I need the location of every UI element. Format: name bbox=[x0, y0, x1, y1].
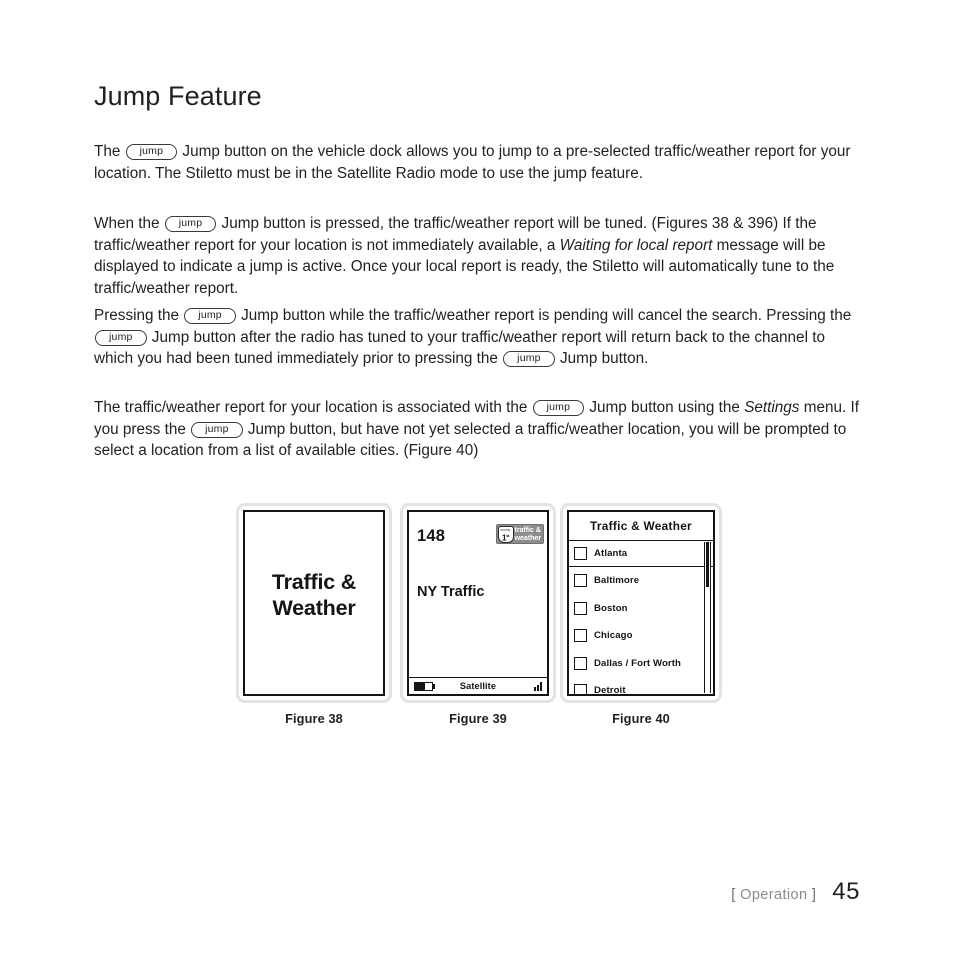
footer-section: [ Operation ] bbox=[731, 887, 816, 903]
bracket-open: [ bbox=[731, 887, 736, 903]
highway-shield-icon: ROUTE 1st bbox=[497, 525, 514, 543]
shield-number-suffix: st bbox=[506, 532, 510, 538]
paragraph-1: The jump Jump button on the vehicle dock… bbox=[94, 141, 860, 184]
jump-button-pill[interactable]: jump bbox=[503, 351, 555, 368]
jump-button-pill[interactable]: jump bbox=[532, 400, 585, 417]
manual-page: Jump Feature The jump Jump button on the… bbox=[0, 0, 954, 954]
jump-button-pill[interactable]: jump bbox=[191, 421, 243, 438]
paragraph-4: The traffic/weather report for your loca… bbox=[94, 397, 860, 462]
figure-group: Traffic & Weather Figure 38 148 ROUTE 1s… bbox=[236, 503, 726, 735]
page-title: Jump Feature bbox=[94, 81, 262, 112]
list-item-label: Detroit bbox=[594, 685, 626, 694]
paragraph-3: Pressing the jump Jump button while the … bbox=[94, 305, 860, 370]
device-screen: Traffic & Weather bbox=[243, 510, 385, 696]
splash-text: Traffic & Weather bbox=[272, 569, 356, 621]
signal-source-label: Satellite bbox=[459, 681, 497, 691]
paragraph-3-text-c: Jump button after the radio has tuned to… bbox=[94, 328, 825, 368]
page-number: 45 bbox=[832, 878, 860, 905]
traffic-weather-logo-icon: ROUTE 1st traffic & weather bbox=[495, 524, 544, 544]
list-item[interactable]: Dallas / Fort Worth bbox=[569, 650, 713, 678]
list-item[interactable]: Detroit bbox=[569, 677, 713, 694]
list-item[interactable]: Chicago bbox=[569, 622, 713, 650]
device-frame: 148 ROUTE 1st traffic & weather NY Traff… bbox=[400, 503, 556, 703]
checkbox-icon[interactable] bbox=[574, 546, 587, 560]
checkbox-icon[interactable] bbox=[574, 656, 587, 670]
device-screen: Traffic & Weather Atlanta Baltimore Bost… bbox=[567, 510, 715, 696]
paragraph-1-text-b: Jump button on the vehicle dock allows y… bbox=[94, 143, 851, 182]
bracket-close: ] bbox=[811, 887, 817, 903]
list-item[interactable]: Baltimore bbox=[569, 567, 713, 595]
figure-39: 148 ROUTE 1st traffic & weather NY Traff… bbox=[400, 503, 556, 726]
device-screen: 148 ROUTE 1st traffic & weather NY Traff… bbox=[407, 510, 549, 696]
jump-button-pill[interactable]: jump bbox=[125, 144, 178, 161]
device-frame: Traffic & Weather Atlanta Baltimore Bost… bbox=[560, 503, 722, 703]
list-item[interactable]: Boston bbox=[569, 595, 713, 623]
shield-number: 1st bbox=[502, 532, 510, 542]
figure-38: Traffic & Weather Figure 38 bbox=[236, 503, 392, 726]
page-footer: [ Operation ] 45 bbox=[731, 878, 860, 906]
program-title: NY Traffic bbox=[417, 584, 485, 600]
paragraph-3-text-a: Pressing the bbox=[94, 307, 184, 325]
list-item-label: Atlanta bbox=[594, 547, 628, 559]
paragraph-4-text-b: Jump button using the bbox=[585, 399, 745, 417]
logo-text: traffic & weather bbox=[514, 525, 542, 543]
paragraph-3-text-d: Jump button. bbox=[555, 350, 649, 368]
checkbox-icon[interactable] bbox=[574, 629, 587, 643]
paragraph-4-text-a: The traffic/weather report for your loca… bbox=[94, 399, 532, 417]
paragraph-3-text-b: Jump button while the traffic/weather re… bbox=[236, 307, 852, 325]
shield-top-text: ROUTE bbox=[500, 527, 511, 532]
city-list[interactable]: Atlanta Baltimore Boston Chicago Dallas … bbox=[569, 541, 713, 694]
paragraph-2: When the jump Jump button is pressed, th… bbox=[94, 213, 860, 299]
figure-caption: Figure 39 bbox=[449, 711, 507, 726]
list-item[interactable]: Atlanta bbox=[569, 541, 713, 568]
list-item-label: Chicago bbox=[594, 630, 633, 642]
list-item-label: Dallas / Fort Worth bbox=[594, 657, 682, 669]
checkbox-icon[interactable] bbox=[574, 574, 587, 588]
jump-button-pill[interactable]: jump bbox=[95, 329, 147, 346]
channel-number: 148 bbox=[417, 527, 446, 545]
device-frame: Traffic & Weather bbox=[236, 503, 392, 703]
jump-button-pill[interactable]: jump bbox=[164, 216, 217, 233]
splash-line-1: Traffic & bbox=[271, 570, 357, 594]
figure-caption: Figure 38 bbox=[285, 711, 343, 726]
figure-40: Traffic & Weather Atlanta Baltimore Bost… bbox=[560, 503, 722, 726]
list-item-label: Baltimore bbox=[594, 575, 640, 587]
jump-button-pill[interactable]: jump bbox=[184, 308, 236, 325]
footer-section-label: Operation bbox=[740, 887, 808, 903]
figure-caption: Figure 40 bbox=[612, 711, 670, 726]
logo-text-line-2: weather bbox=[514, 533, 542, 542]
paragraph-2-emphasis: Waiting for local report bbox=[559, 236, 713, 254]
paragraph-4-emphasis: Settings bbox=[744, 399, 800, 417]
checkbox-icon[interactable] bbox=[574, 684, 587, 694]
paragraph-2-text-a: When the bbox=[94, 215, 164, 233]
paragraph-1-text-a: The bbox=[94, 143, 125, 161]
list-header: Traffic & Weather bbox=[569, 512, 713, 541]
scrollbar-thumb[interactable] bbox=[706, 542, 709, 588]
list-item-label: Boston bbox=[594, 602, 628, 614]
scrollbar[interactable] bbox=[704, 542, 711, 693]
splash-line-2: Weather bbox=[272, 596, 356, 620]
status-bar: Satellite bbox=[409, 677, 547, 694]
signal-strength-icon bbox=[534, 681, 542, 691]
checkbox-icon[interactable] bbox=[574, 601, 587, 615]
